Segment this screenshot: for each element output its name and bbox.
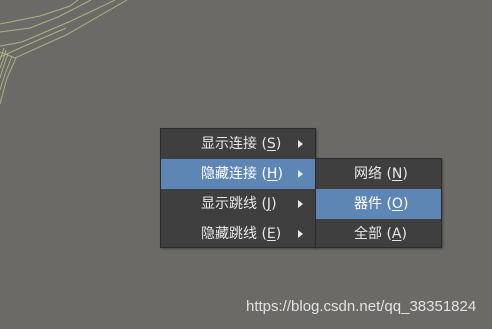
- menu-item-show-jumpers[interactable]: 显示跳线 (J): [161, 189, 315, 219]
- submenu-label-text: 全部: [354, 226, 382, 242]
- shortcut-key: A: [391, 226, 402, 242]
- menu-item-label: 隐藏连接 (H): [201, 159, 283, 189]
- submenu-label-text: 网络: [354, 166, 382, 182]
- menu-item-show-connections[interactable]: 显示连接 (S): [161, 129, 315, 159]
- menu-item-hide-jumpers[interactable]: 隐藏跳线 (E): [161, 219, 315, 249]
- submenu-label-text: 器件: [354, 196, 382, 212]
- wire-line: [0, 0, 92, 33]
- wire-line: [0, 27, 67, 58]
- hide-connections-submenu: 网络 (N) 器件 (O) 全部 (A): [315, 158, 442, 248]
- chevron-right-icon: [298, 200, 303, 208]
- menu-label-text: 显示连接: [201, 136, 257, 152]
- menu-item-label: 显示连接 (S): [201, 129, 281, 159]
- shortcut-close-paren: ): [271, 196, 277, 212]
- shortcut-key: N: [391, 166, 403, 182]
- chevron-right-icon: [298, 230, 303, 238]
- chevron-right-icon: [298, 170, 303, 178]
- menu-item-hide-connections[interactable]: 隐藏连接 (H): [161, 159, 315, 189]
- menu-item-label: 显示跳线 (J): [201, 189, 277, 219]
- shortcut-key: H: [266, 166, 278, 182]
- wire-line: [0, 0, 79, 25]
- menu-label-text: 隐藏连接: [201, 166, 257, 182]
- submenu-item-all[interactable]: 全部 (A): [316, 219, 441, 249]
- shortcut-key: O: [391, 196, 403, 212]
- submenu-item-label: 器件 (O): [354, 189, 408, 219]
- submenu-item-label: 全部 (A): [354, 219, 407, 249]
- shortcut-close-paren: ): [275, 136, 282, 152]
- shortcut-close-paren: ): [401, 226, 407, 242]
- shortcut-close-paren: ): [402, 196, 409, 212]
- submenu-item-net[interactable]: 网络 (N): [316, 159, 441, 189]
- shortcut-close-paren: ): [402, 166, 408, 182]
- chevron-right-icon: [298, 140, 303, 148]
- submenu-item-label: 网络 (N): [354, 159, 408, 189]
- menu-item-label: 隐藏跳线 (E): [201, 219, 281, 249]
- shortcut-close-paren: ): [275, 226, 282, 242]
- url-watermark: https://blog.csdn.net/qq_38351824: [246, 298, 477, 315]
- design-canvas[interactable]: 显示连接 (S) 隐藏连接 (H) 显示跳线 (J) 隐藏跳线 (E) 网络 (…: [0, 0, 492, 329]
- menu-label-text: 隐藏跳线: [201, 226, 257, 242]
- submenu-item-component[interactable]: 器件 (O): [316, 189, 441, 219]
- shortcut-key: S: [266, 136, 276, 152]
- shortcut-key: E: [266, 226, 276, 242]
- menu-label-text: 显示跳线: [201, 196, 257, 212]
- context-menu: 显示连接 (S) 隐藏连接 (H) 显示跳线 (J) 隐藏跳线 (E): [160, 128, 316, 248]
- shortcut-close-paren: ): [277, 166, 283, 182]
